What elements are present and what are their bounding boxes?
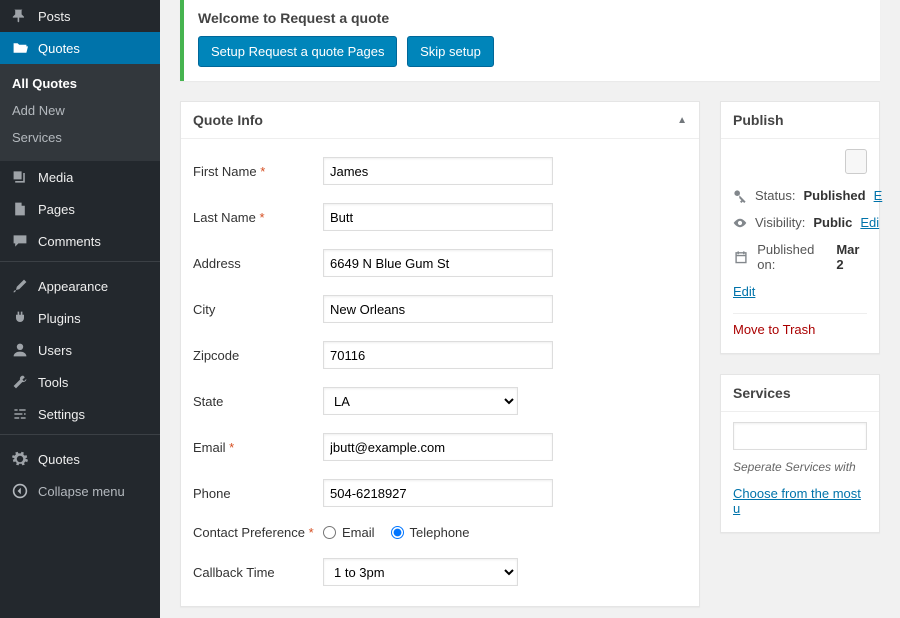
preview-button[interactable] (845, 149, 867, 174)
setup-pages-button[interactable]: Setup Request a quote Pages (198, 36, 397, 67)
last-name-input[interactable] (323, 203, 553, 231)
move-to-trash-link[interactable]: Move to Trash (733, 322, 815, 337)
contact-pref-email-label: Email (342, 525, 375, 540)
pin-icon (10, 8, 30, 24)
brush-icon (10, 278, 30, 294)
edit-status-link[interactable]: E (874, 188, 883, 203)
publish-date-row: Published on: Mar 2 (733, 236, 867, 278)
collapse-label: Collapse menu (38, 484, 125, 499)
welcome-title: Welcome to Request a quote (198, 10, 866, 26)
publish-visibility-row: Visibility: Public Edi (733, 209, 867, 236)
label-contact-pref: Contact Preference * (193, 525, 323, 540)
phone-input[interactable] (323, 479, 553, 507)
sidebar-item-quotes-2[interactable]: Quotes (0, 443, 160, 475)
publish-heading: Publish (721, 102, 879, 139)
label-last-name: Last Name * (193, 210, 323, 225)
services-input[interactable] (733, 422, 867, 450)
sidebar-item-appearance[interactable]: Appearance (0, 270, 160, 302)
zipcode-input[interactable] (323, 341, 553, 369)
sidebar-label: Comments (38, 234, 101, 249)
sliders-icon (10, 406, 30, 422)
plug-icon (10, 310, 30, 326)
gear-icon (10, 451, 30, 467)
sidebar-item-users[interactable]: Users (0, 334, 160, 366)
contact-pref-telephone-radio[interactable] (391, 526, 404, 539)
contact-pref-email-radio[interactable] (323, 526, 336, 539)
comment-icon (10, 233, 30, 249)
key-icon (733, 189, 747, 203)
choose-services-link[interactable]: Choose from the most u (733, 486, 861, 516)
media-icon (10, 169, 30, 185)
sidebar-label: Posts (38, 9, 71, 24)
label-state: State (193, 394, 323, 409)
label-city: City (193, 302, 323, 317)
admin-sidebar: Posts Quotes All Quotes Add New Services… (0, 0, 160, 618)
sidebar-item-media[interactable]: Media (0, 161, 160, 193)
sidebar-label: Settings (38, 407, 85, 422)
label-callback-time: Callback Time (193, 565, 323, 580)
eye-icon (733, 216, 747, 230)
sidebar-item-plugins[interactable]: Plugins (0, 302, 160, 334)
first-name-input[interactable] (323, 157, 553, 185)
sidebar-label: Users (38, 343, 72, 358)
label-zipcode: Zipcode (193, 348, 323, 363)
sidebar-sub-all-quotes[interactable]: All Quotes (0, 70, 160, 97)
folder-open-icon (10, 40, 30, 56)
main-content: Welcome to Request a quote Setup Request… (160, 0, 900, 618)
skip-setup-button[interactable]: Skip setup (407, 36, 494, 67)
publish-box: Publish Status: Published E (720, 101, 880, 354)
collapse-menu[interactable]: Collapse menu (0, 475, 160, 507)
sidebar-label: Tools (38, 375, 68, 390)
sidebar-label: Media (38, 170, 73, 185)
state-select[interactable]: LA (323, 387, 518, 415)
sidebar-label: Quotes (38, 41, 80, 56)
services-hint: Seperate Services with (733, 460, 867, 474)
user-icon (10, 342, 30, 358)
label-email: Email * (193, 440, 323, 455)
sidebar-submenu-quotes: All Quotes Add New Services (0, 64, 160, 161)
toggle-icon[interactable]: ▲ (677, 115, 687, 126)
quote-info-heading: Quote Info ▲ (181, 102, 699, 139)
city-input[interactable] (323, 295, 553, 323)
callback-time-select[interactable]: 1 to 3pm (323, 558, 518, 586)
quote-info-box: Quote Info ▲ First Name * Last Name * Ad… (180, 101, 700, 607)
contact-pref-telephone-label: Telephone (410, 525, 470, 540)
sidebar-separator (0, 434, 160, 439)
email-input[interactable] (323, 433, 553, 461)
sidebar-label: Quotes (38, 452, 80, 467)
label-phone: Phone (193, 486, 323, 501)
label-first-name: First Name * (193, 164, 323, 179)
services-box: Services Seperate Services with Choose f… (720, 374, 880, 533)
edit-date-link[interactable]: Edit (733, 284, 755, 299)
sidebar-sub-services[interactable]: Services (0, 124, 160, 151)
sidebar-item-quotes[interactable]: Quotes (0, 32, 160, 64)
address-input[interactable] (323, 249, 553, 277)
sidebar-label: Pages (38, 202, 75, 217)
sidebar-item-posts[interactable]: Posts (0, 0, 160, 32)
publish-status-row: Status: Published E (733, 182, 867, 209)
page-icon (10, 201, 30, 217)
label-address: Address (193, 256, 323, 271)
sidebar-item-settings[interactable]: Settings (0, 398, 160, 430)
calendar-icon (733, 250, 749, 264)
sidebar-label: Appearance (38, 279, 108, 294)
sidebar-item-comments[interactable]: Comments (0, 225, 160, 257)
welcome-notice: Welcome to Request a quote Setup Request… (180, 0, 880, 81)
sidebar-label: Plugins (38, 311, 81, 326)
edit-visibility-link[interactable]: Edi (860, 215, 879, 230)
sidebar-sub-add-new[interactable]: Add New (0, 97, 160, 124)
sidebar-item-tools[interactable]: Tools (0, 366, 160, 398)
collapse-icon (10, 483, 30, 499)
wrench-icon (10, 374, 30, 390)
services-heading: Services (721, 375, 879, 412)
sidebar-separator (0, 261, 160, 266)
sidebar-item-pages[interactable]: Pages (0, 193, 160, 225)
